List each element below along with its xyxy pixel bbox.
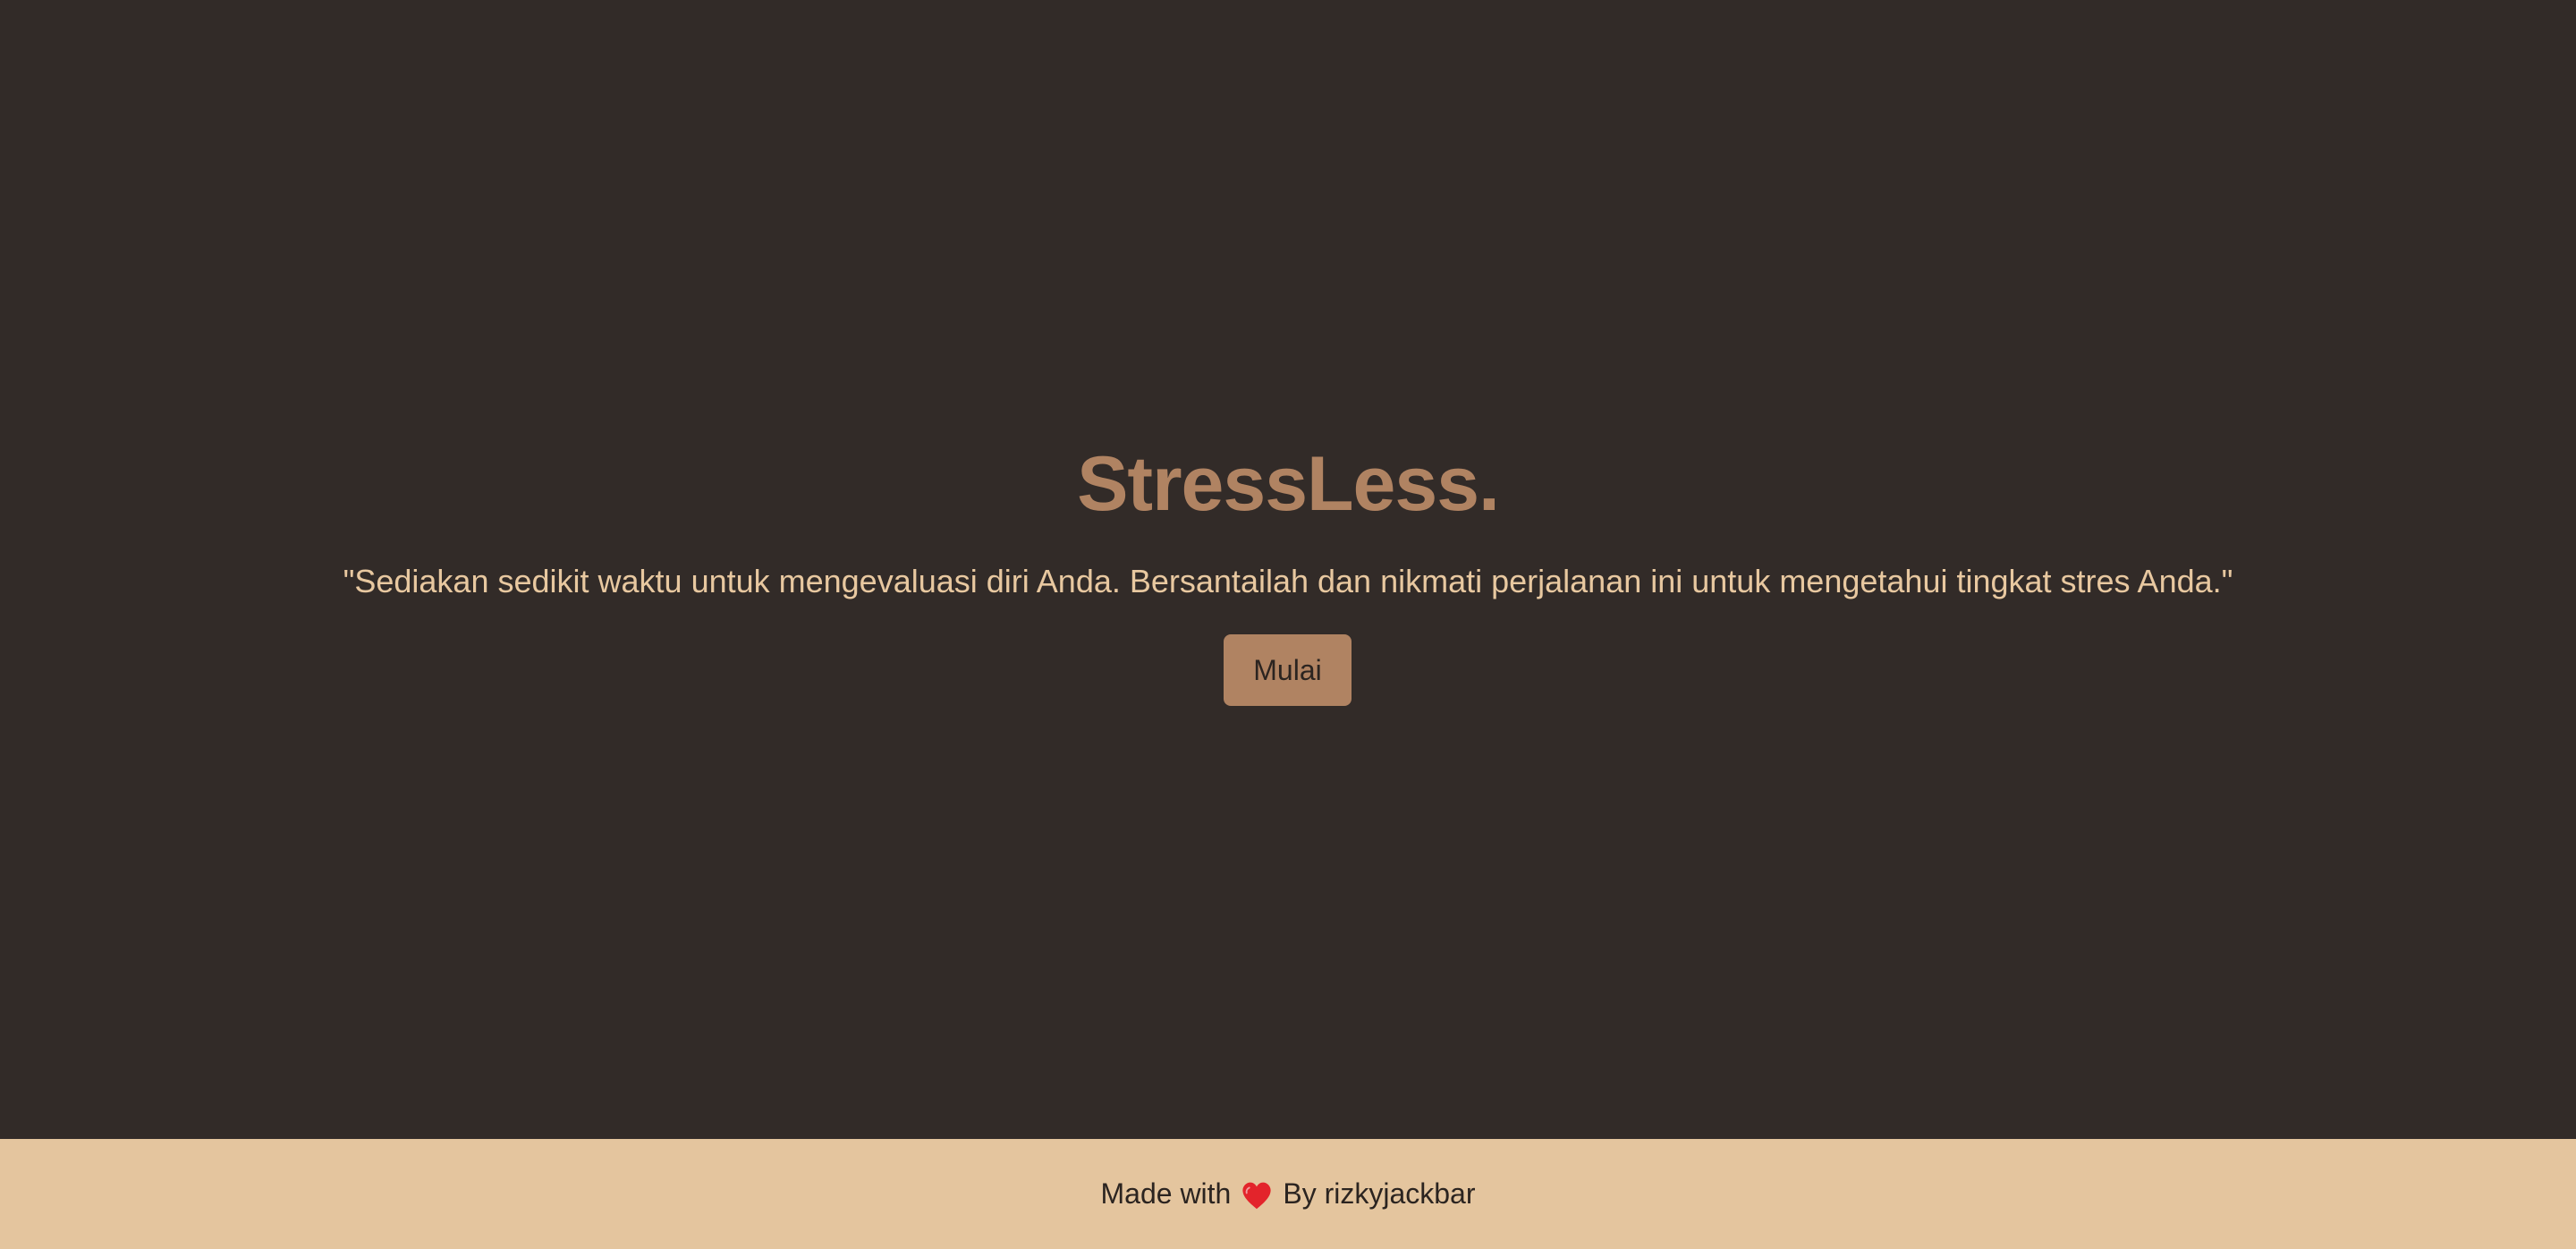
author-credit: By rizkyjackbar [1283,1177,1476,1210]
intro-quote: "Sediakan sedikit waktu untuk mengevalua… [343,563,2233,599]
footer-credit: Made with By rizkyjackbar [1101,1177,1476,1211]
footer: Made with By rizkyjackbar [0,1139,2576,1249]
made-with-label: Made with [1100,1177,1232,1210]
heart-icon [1240,1179,1274,1213]
start-button[interactable]: Mulai [1224,634,1352,706]
page-title: StressLess. [1077,441,1500,527]
hero-section: StressLess. "Sediakan sedikit waktu untu… [0,0,2576,1139]
